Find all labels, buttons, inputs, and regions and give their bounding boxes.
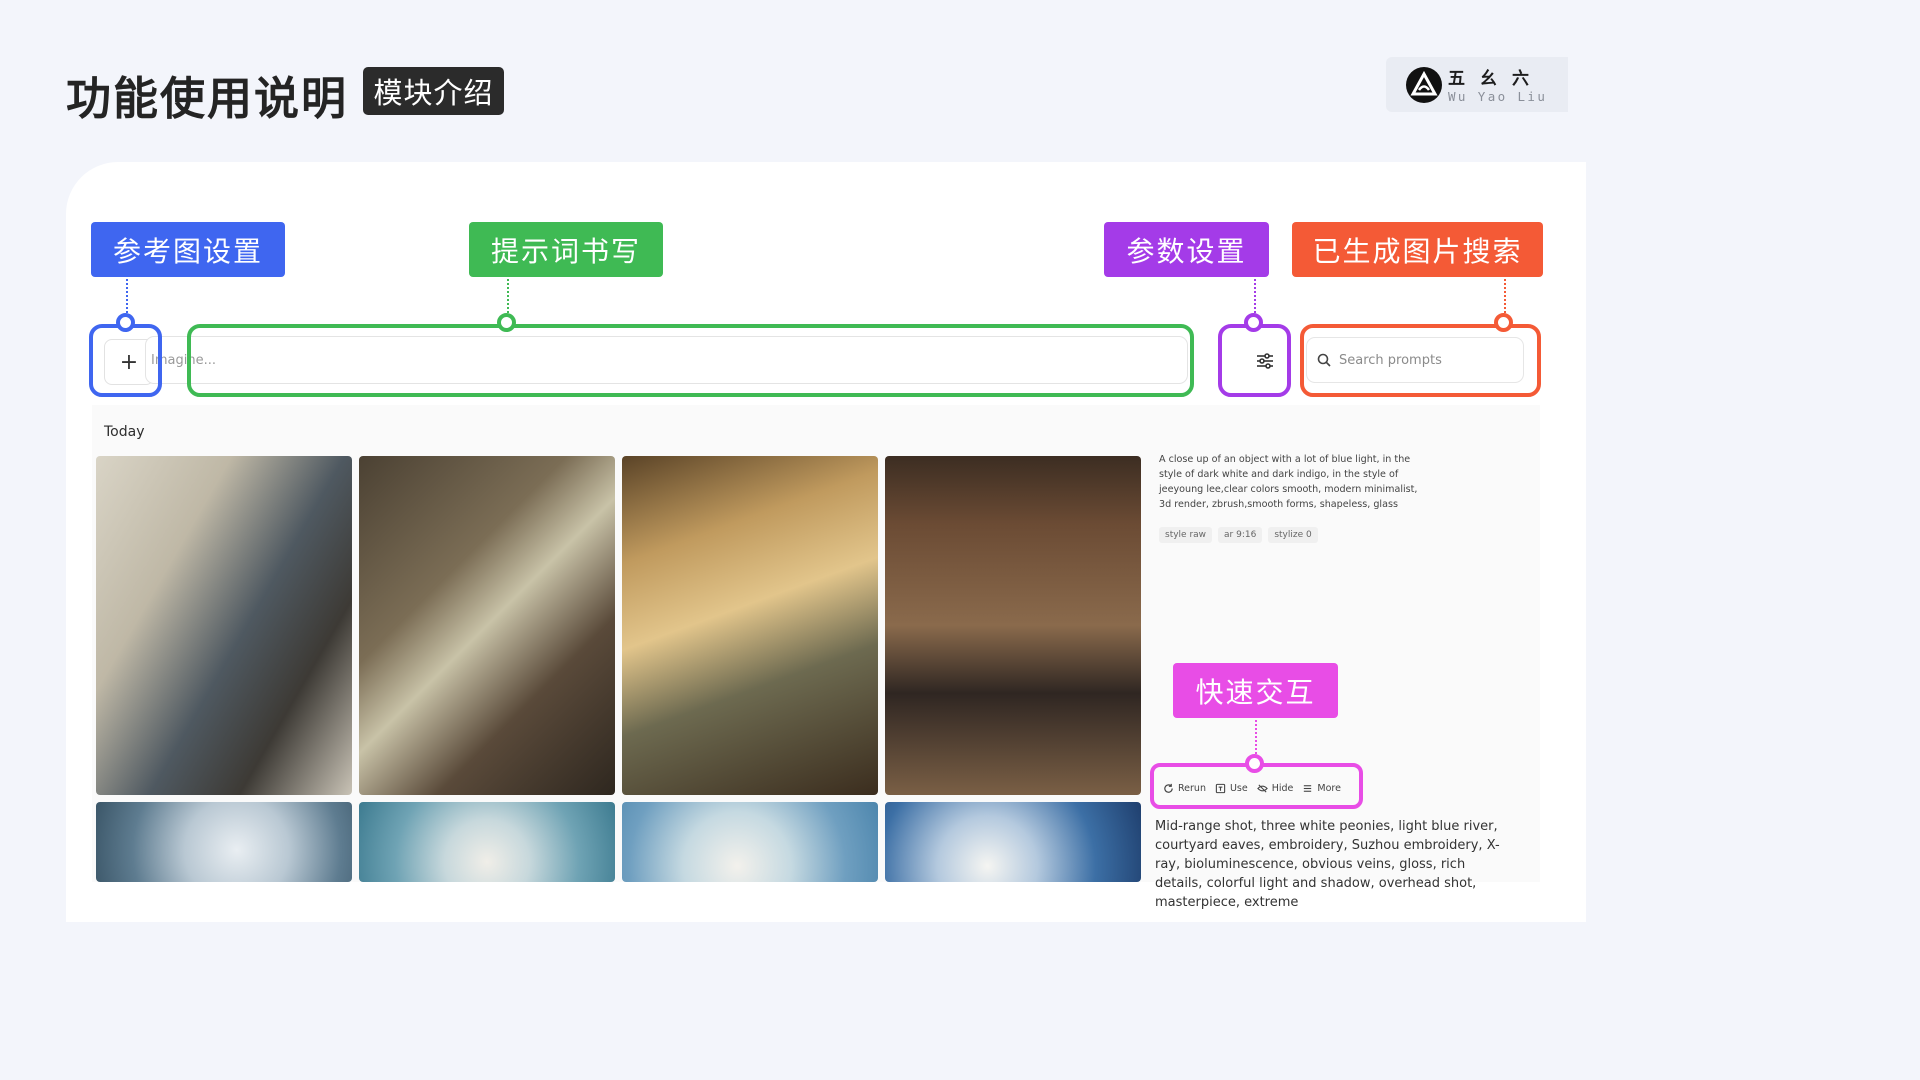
generated-image[interactable] — [885, 802, 1141, 882]
connector-purple — [1254, 279, 1256, 313]
hide-label: Hide — [1271, 783, 1294, 794]
section-today: Today — [104, 424, 145, 440]
page-title: 功能使用说明 — [66, 72, 349, 125]
marker-green — [497, 313, 516, 332]
use-button[interactable]: Use — [1215, 783, 1248, 794]
connector-green — [507, 279, 509, 313]
brand-logo: 五幺六 Wu Yao Liu — [1386, 57, 1568, 112]
highlight-reference — [89, 324, 162, 397]
tag[interactable]: ar 9:16 — [1218, 527, 1263, 543]
marker-orange — [1494, 313, 1513, 332]
highlight-parameters — [1218, 324, 1291, 397]
tag[interactable]: stylize 0 — [1268, 527, 1318, 543]
connector-blue — [126, 279, 128, 313]
label-prompt-writing: 提示词书写 — [469, 222, 663, 277]
menu-icon — [1304, 785, 1312, 792]
use-icon — [1215, 783, 1226, 794]
generated-image[interactable] — [96, 456, 352, 795]
marker-blue — [116, 313, 135, 332]
parameter-tags: style raw ar 9:16 stylize 0 — [1159, 527, 1318, 543]
connector-pink — [1255, 720, 1257, 754]
brand-name-en: Wu Yao Liu — [1448, 89, 1548, 104]
brand-name-cn: 五幺六 — [1448, 69, 1544, 89]
generated-image[interactable] — [622, 456, 878, 795]
prompt-description: A close up of an object with a lot of bl… — [1159, 454, 1418, 510]
rerun-label: Rerun — [1178, 783, 1206, 794]
generated-image[interactable] — [885, 456, 1141, 795]
generated-image[interactable] — [359, 802, 615, 882]
use-label: Use — [1229, 783, 1248, 794]
prompt-description: Mid-range shot, three white peonies, lig… — [1155, 819, 1500, 910]
generated-image[interactable] — [96, 802, 352, 882]
label-parameter-settings: 参数设置 — [1104, 222, 1269, 277]
hide-icon — [1256, 784, 1268, 793]
generated-image[interactable] — [359, 456, 615, 795]
label-reference-image: 参考图设置 — [91, 222, 285, 277]
more-label: More — [1317, 783, 1341, 794]
brand-mark-icon — [1406, 67, 1442, 103]
rerun-icon — [1164, 783, 1173, 793]
rerun-button[interactable]: Rerun — [1163, 783, 1206, 794]
label-search-generated: 已生成图片搜索 — [1292, 222, 1543, 277]
marker-pink — [1245, 754, 1264, 773]
quick-actions: Rerun Use Hide More — [1163, 783, 1341, 794]
marker-purple — [1244, 313, 1263, 332]
more-button[interactable]: More — [1302, 783, 1341, 794]
label-quick-interaction: 快速交互 — [1173, 663, 1338, 718]
generated-image[interactable] — [622, 802, 878, 882]
connector-orange — [1504, 279, 1506, 313]
title-badge: 模块介绍 — [363, 67, 504, 115]
hide-button[interactable]: Hide — [1256, 783, 1294, 794]
highlight-search — [1300, 324, 1541, 397]
highlight-prompt — [187, 324, 1194, 397]
tag[interactable]: style raw — [1159, 527, 1213, 543]
